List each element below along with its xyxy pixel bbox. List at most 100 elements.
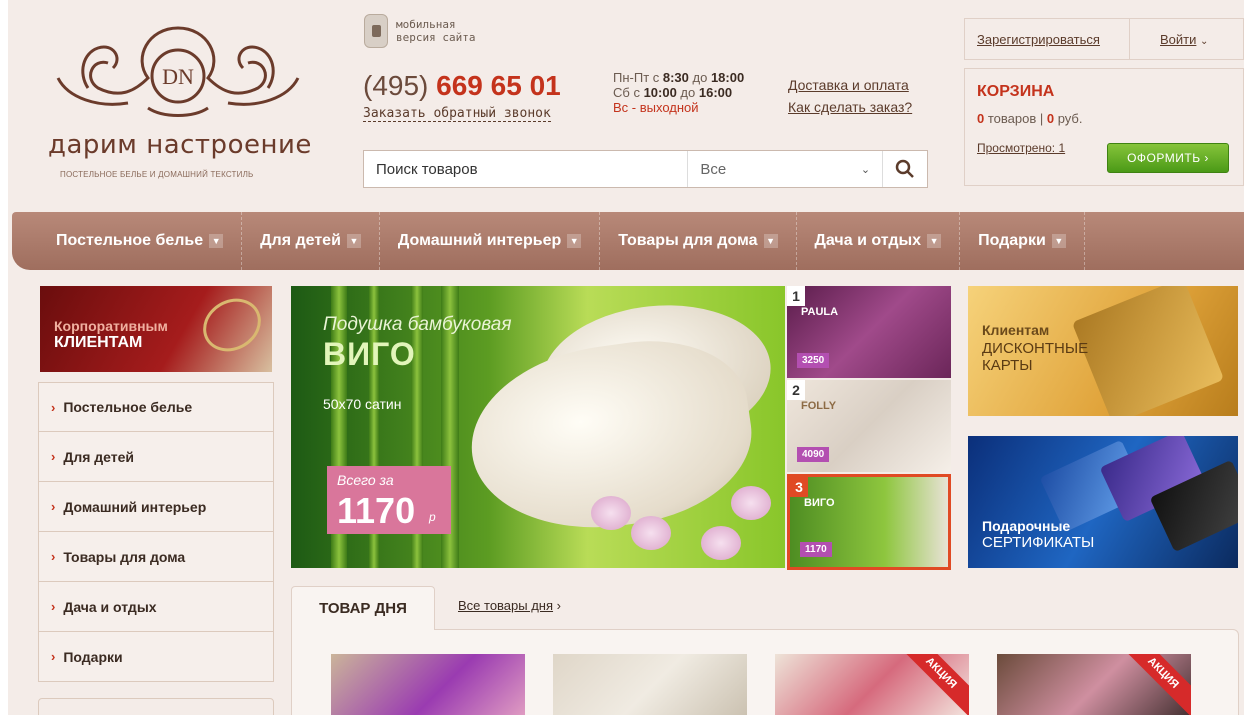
chevron-down-icon: ▼ xyxy=(1051,234,1066,248)
cart-box: КОРЗИНА 0 товаров | 0 руб. Просмотрено: … xyxy=(964,68,1244,186)
phone-number: (495) 669 65 01 xyxy=(363,70,561,102)
main-nav: Постельное белье ▼ Для детей ▼ Домашний ин… xyxy=(12,212,1244,270)
banner-price-box: Всего за 1170 р xyxy=(327,466,451,534)
chevron-down-icon: ⌄ xyxy=(860,163,871,176)
sidebar-item-garden[interactable]: › Дача и отдых xyxy=(38,582,274,632)
sidebar-item-interior[interactable]: › Домашний интерьер xyxy=(38,482,274,532)
thumb-number: 2 xyxy=(787,380,805,400)
viewed-link[interactable]: Просмотрено: 1 xyxy=(977,141,1065,155)
banner-thumb-1[interactable]: 1 PAULA 3250 xyxy=(787,286,951,378)
scissors-icon xyxy=(193,288,271,362)
tab-product-of-day[interactable]: ТОВАР ДНЯ xyxy=(291,586,435,630)
svg-text:DN: DN xyxy=(162,64,194,89)
product-card[interactable]: АКЦИЯ xyxy=(775,654,969,715)
orchid-decor xyxy=(731,486,771,520)
thumb-name: FOLLY xyxy=(801,400,837,412)
search-input[interactable] xyxy=(364,151,689,187)
chevron-down-icon: ▼ xyxy=(567,234,582,248)
gift-certificates-banner[interactable]: Подарочные СЕРТИФИКАТЫ xyxy=(968,436,1238,568)
chevron-down-icon: ▼ xyxy=(209,234,224,248)
logo-emblem-icon: DN xyxy=(56,26,300,117)
price-label: Всего за xyxy=(337,472,394,488)
sidebar-item-bedding[interactable]: › Постельное белье xyxy=(38,382,274,432)
nav-item-gifts[interactable]: Подарки ▼ xyxy=(960,212,1085,270)
product-card[interactable] xyxy=(331,654,525,715)
search-button[interactable] xyxy=(883,151,927,187)
orchid-decor xyxy=(591,496,631,530)
search-category-value: Все xyxy=(700,160,727,178)
search-category-select[interactable]: Все ⌄ xyxy=(688,151,884,187)
thumb-price: 1170 xyxy=(800,542,832,557)
all-day-products-link[interactable]: Все товары дня › xyxy=(458,598,561,613)
orchid-decor xyxy=(701,526,741,560)
checkout-button[interactable]: ОФОРМИТЬ › xyxy=(1107,143,1229,173)
chevron-right-icon: › xyxy=(1204,151,1209,165)
delivery-link[interactable]: Доставка и оплата xyxy=(788,74,912,96)
callback-link[interactable]: Заказать обратный звонок xyxy=(363,106,551,122)
mobile-text-line2: версия сайта xyxy=(396,31,476,44)
chevron-right-icon: › xyxy=(51,549,56,564)
thumb-number: 3 xyxy=(790,477,808,497)
logo-text: дарим настроение xyxy=(48,130,312,160)
phone-code: (495) xyxy=(363,70,429,101)
corporate-banner[interactable]: Корпоративным КЛИЕНТАМ xyxy=(40,286,272,372)
price-currency: р xyxy=(429,510,436,524)
logo-subtitle: ПОСТЕЛЬНОЕ БЕЛЬЕ И ДОМАШНИЙ ТЕКСТИЛЬ xyxy=(60,170,254,179)
sidebar-item-kids[interactable]: › Для детей xyxy=(38,432,274,482)
chevron-right-icon: › xyxy=(51,499,56,514)
chevron-down-icon: ⌄ xyxy=(1200,35,1209,47)
mobile-text-line1: мобильная xyxy=(396,18,456,31)
banner-subtitle: Подушка бамбуковая xyxy=(323,314,512,335)
corp-line1: Корпоративным xyxy=(54,318,168,334)
login-link[interactable]: Войти ⌄ xyxy=(1130,32,1208,47)
orchid-decor xyxy=(631,516,671,550)
thumb-price: 3250 xyxy=(797,353,830,368)
nav-item-home[interactable]: Товары для дома ▼ xyxy=(600,212,797,270)
banner-thumb-3[interactable]: 3 ВИГО 1170 xyxy=(787,474,951,570)
discount-cards-banner[interactable]: Клиентам ДИСКОНТНЫЕ КАРТЫ xyxy=(968,286,1238,416)
search-icon xyxy=(895,159,914,178)
sidebar-menu: › Постельное белье › Для детей › Домашний и… xyxy=(38,382,274,682)
chevron-right-icon: › xyxy=(51,449,56,464)
login-label: Войти xyxy=(1160,31,1197,47)
thumb-name: PAULA xyxy=(801,306,839,318)
working-hours: Пн-Пт с 8:30 до 18:00 Сб с 10:00 до 16:0… xyxy=(613,70,744,115)
promo-gift-line1: Подарочные xyxy=(982,518,1071,534)
promo-disc-line2: ДИСКОНТНЫЕ КАРТЫ xyxy=(982,340,1089,374)
product-card[interactable] xyxy=(553,654,747,715)
how-to-order-link[interactable]: Как сделать заказ? xyxy=(788,96,912,118)
phone-digits: 669 65 01 xyxy=(436,70,561,101)
sidebar-item-gifts[interactable]: › Подарки xyxy=(38,632,274,682)
nav-item-bedding[interactable]: Постельное белье ▼ xyxy=(12,212,243,270)
discount-card-image xyxy=(1071,286,1225,416)
thumb-price: 4090 xyxy=(797,447,830,462)
promo-disc-line1: Клиентам xyxy=(982,322,1050,338)
info-links: Доставка и оплата Как сделать заказ? xyxy=(788,74,912,118)
product-card[interactable]: АКЦИЯ xyxy=(997,654,1191,715)
nav-item-kids[interactable]: Для детей ▼ xyxy=(242,212,380,270)
site-logo[interactable]: DN xyxy=(38,18,318,188)
sale-badge: АКЦИЯ xyxy=(1119,654,1191,715)
chevron-down-icon: ▼ xyxy=(763,234,778,248)
chevron-right-icon: › xyxy=(51,599,56,614)
mobile-version-link[interactable]: мобильная версия сайта xyxy=(364,14,486,48)
main-banner[interactable]: Подушка бамбуковая ВИГО 50x70 сатин Всег… xyxy=(291,286,785,568)
cart-title[interactable]: КОРЗИНА xyxy=(977,83,1054,101)
hours-saturday: Сб с 10:00 до 16:00 xyxy=(613,85,733,100)
register-link[interactable]: Зарегистрироваться xyxy=(977,32,1100,47)
banner-thumb-2[interactable]: 2 FOLLY 4090 xyxy=(787,380,951,472)
price-value: 1170 xyxy=(337,490,416,531)
nav-item-interior[interactable]: Домашний интерьер ▼ xyxy=(380,212,601,270)
cart-summary: 0 товаров | 0 руб. xyxy=(977,111,1083,126)
search-bar: Все ⌄ xyxy=(363,150,928,188)
auth-bar: Зарегистрироваться Войти ⌄ xyxy=(964,18,1244,60)
page: DN дарим настроение ПОСТЕЛЬНОЕ БЕЛЬЕ И Д… xyxy=(8,0,1244,715)
chevron-right-icon: › xyxy=(556,598,561,613)
mobile-phone-icon xyxy=(364,14,388,48)
sidebar-item-home[interactable]: › Товары для дома xyxy=(38,532,274,582)
hours-sunday: Вс - выходной xyxy=(613,100,699,115)
chevron-down-icon: ▼ xyxy=(927,234,942,248)
chevron-right-icon: › xyxy=(51,399,56,415)
banner-size: 50x70 сатин xyxy=(323,396,402,412)
nav-item-garden[interactable]: Дача и отдых ▼ xyxy=(797,212,961,270)
